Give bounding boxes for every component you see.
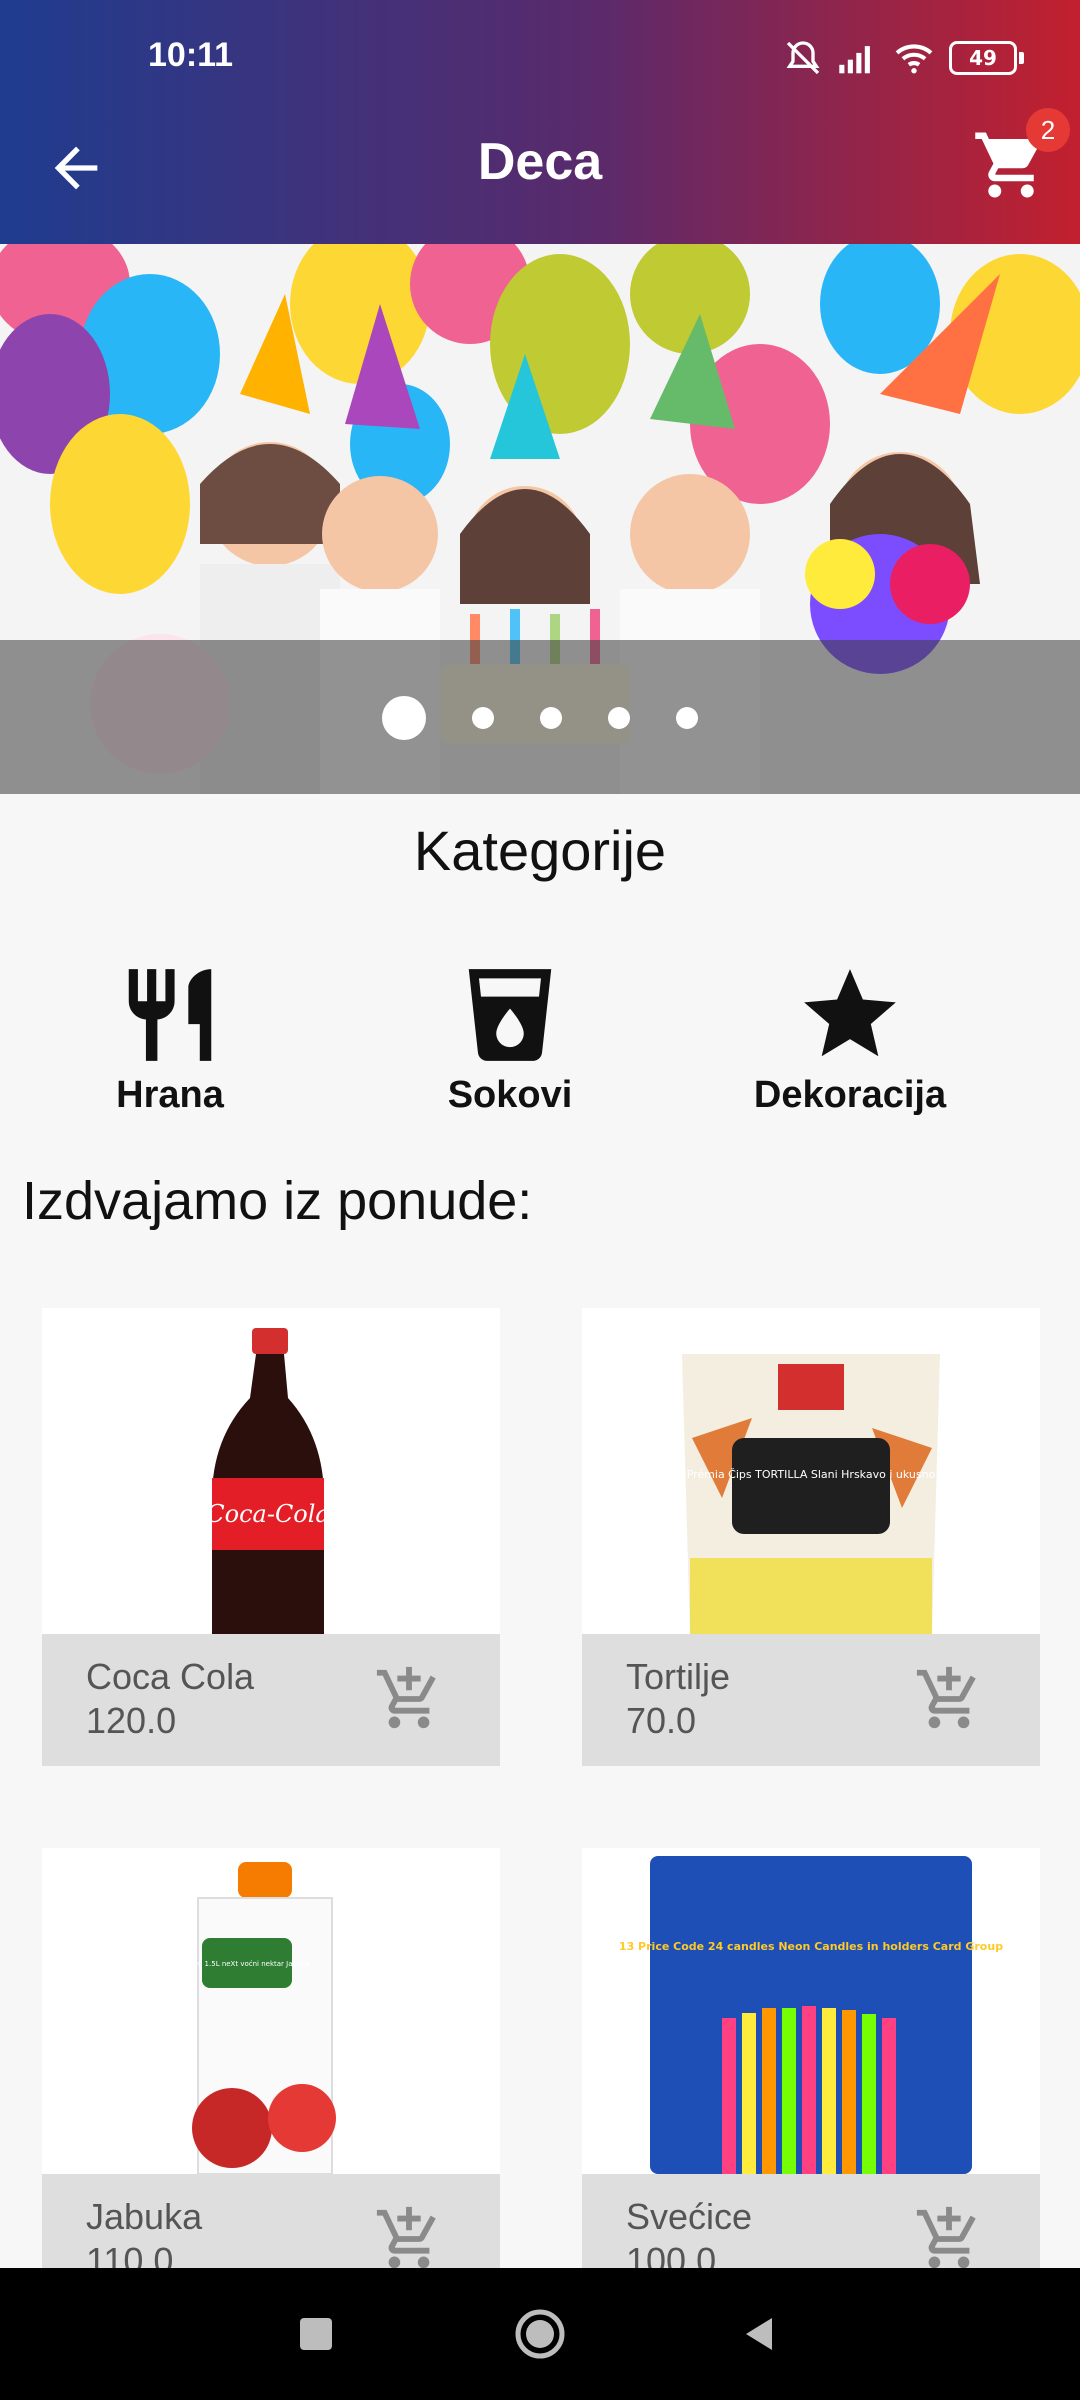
signal-icon <box>839 46 870 74</box>
category-label: Dekoracija <box>753 1074 947 1116</box>
carousel-dot-active[interactable] <box>382 696 426 740</box>
carousel-dot[interactable] <box>540 707 562 729</box>
wifi-icon <box>895 44 933 74</box>
product-image: Prémia Čips TORTILLA Slani Hrskavo i uku… <box>582 1308 1040 1634</box>
system-nav-bar <box>0 2268 1080 2400</box>
cart-count-badge: 2 <box>1026 108 1070 152</box>
product-card[interactable]: Prémia Čips TORTILLA Slani Hrskavo i uku… <box>582 1308 1040 1766</box>
product-name: Coca Cola <box>86 1656 255 1697</box>
add-to-cart-icon <box>376 1666 436 1729</box>
carousel-dot[interactable] <box>676 707 698 729</box>
home-icon[interactable] <box>514 2308 566 2360</box>
add-to-cart-icon <box>916 1666 976 1729</box>
svg-text:Coca-Cola: Coca-Cola <box>206 1500 329 1528</box>
product-footer: Tortilje 70.0 <box>582 1634 1040 1766</box>
product-price: 120.0 <box>86 1700 177 1741</box>
product-name: Jabuka <box>86 2196 203 2237</box>
add-to-cart-icon <box>376 2206 436 2269</box>
drink-glass-icon <box>468 969 552 1061</box>
categories-title: Kategorije <box>413 819 667 882</box>
category-hrana[interactable]: Hrana <box>20 960 320 1117</box>
featured-title: Izdvajamo iz ponude: <box>22 1171 533 1231</box>
category-sokovi[interactable]: Sokovi <box>360 960 660 1117</box>
status-icons: 49 <box>783 38 1024 78</box>
app-bar: Deca 2 <box>0 88 1080 244</box>
category-label: Sokovi <box>447 1074 573 1116</box>
add-to-cart-icon <box>916 2206 976 2269</box>
product-footer: Coca Cola 120.0 <box>42 1634 500 1766</box>
product-name: Svećice <box>626 2196 753 2237</box>
product-image: Coca-Cola <box>42 1308 500 1634</box>
add-to-cart-button[interactable] <box>374 1664 444 1734</box>
category-label: Hrana <box>116 1074 224 1116</box>
product-card[interactable]: 13 Price Code 24 candles Neon Candles in… <box>582 1848 1040 2306</box>
battery-indicator: 49 <box>949 41 1024 75</box>
add-to-cart-button[interactable] <box>374 2204 444 2274</box>
product-image: Novo 1.5L neXt voćni nektar Jabuka <box>42 1848 500 2174</box>
add-to-cart-button[interactable] <box>914 2204 984 2274</box>
svg-text:Novo 1.5L neXt voćni nektar Ja: Novo 1.5L neXt voćni nektar Jabuka <box>184 1960 309 1968</box>
star-icon <box>804 969 896 1057</box>
categories-row: Hrana Sokovi Dekoracija <box>0 960 1080 1130</box>
product-card[interactable]: Coca-Cola Coca Cola 120.0 <box>42 1308 500 1766</box>
page-title: Deca <box>477 133 603 191</box>
product-card[interactable]: Novo 1.5L neXt voćni nektar Jabuka Jabuk… <box>42 1848 500 2306</box>
category-dekoracija[interactable]: Dekoracija <box>700 960 1000 1117</box>
add-to-cart-button[interactable] <box>914 1664 984 1734</box>
recents-icon[interactable] <box>296 2314 336 2354</box>
fork-knife-icon <box>128 969 212 1061</box>
product-image: 13 Price Code 24 candles Neon Candles in… <box>582 1848 1040 2174</box>
silent-bell-icon <box>786 41 820 75</box>
carousel-indicators <box>0 696 1080 740</box>
back-nav-icon[interactable] <box>740 2314 780 2354</box>
svg-text:13 Price Code 24 candles Neon: 13 Price Code 24 candles Neon Candles in… <box>619 1940 1003 1953</box>
status-time: 10:11 <box>148 36 234 74</box>
carousel-dot[interactable] <box>608 707 630 729</box>
svg-text:Prémia Čips TORTILLA Slani Hrs: Prémia Čips TORTILLA Slani Hrskavo i uku… <box>687 1468 936 1481</box>
status-bar: 10:11 49 <box>0 0 1080 88</box>
carousel-dot[interactable] <box>472 707 494 729</box>
product-name: Tortilje <box>626 1656 731 1697</box>
product-price: 70.0 <box>626 1700 697 1741</box>
battery-level: 49 <box>949 41 1017 75</box>
banner-carousel[interactable] <box>0 244 1080 794</box>
